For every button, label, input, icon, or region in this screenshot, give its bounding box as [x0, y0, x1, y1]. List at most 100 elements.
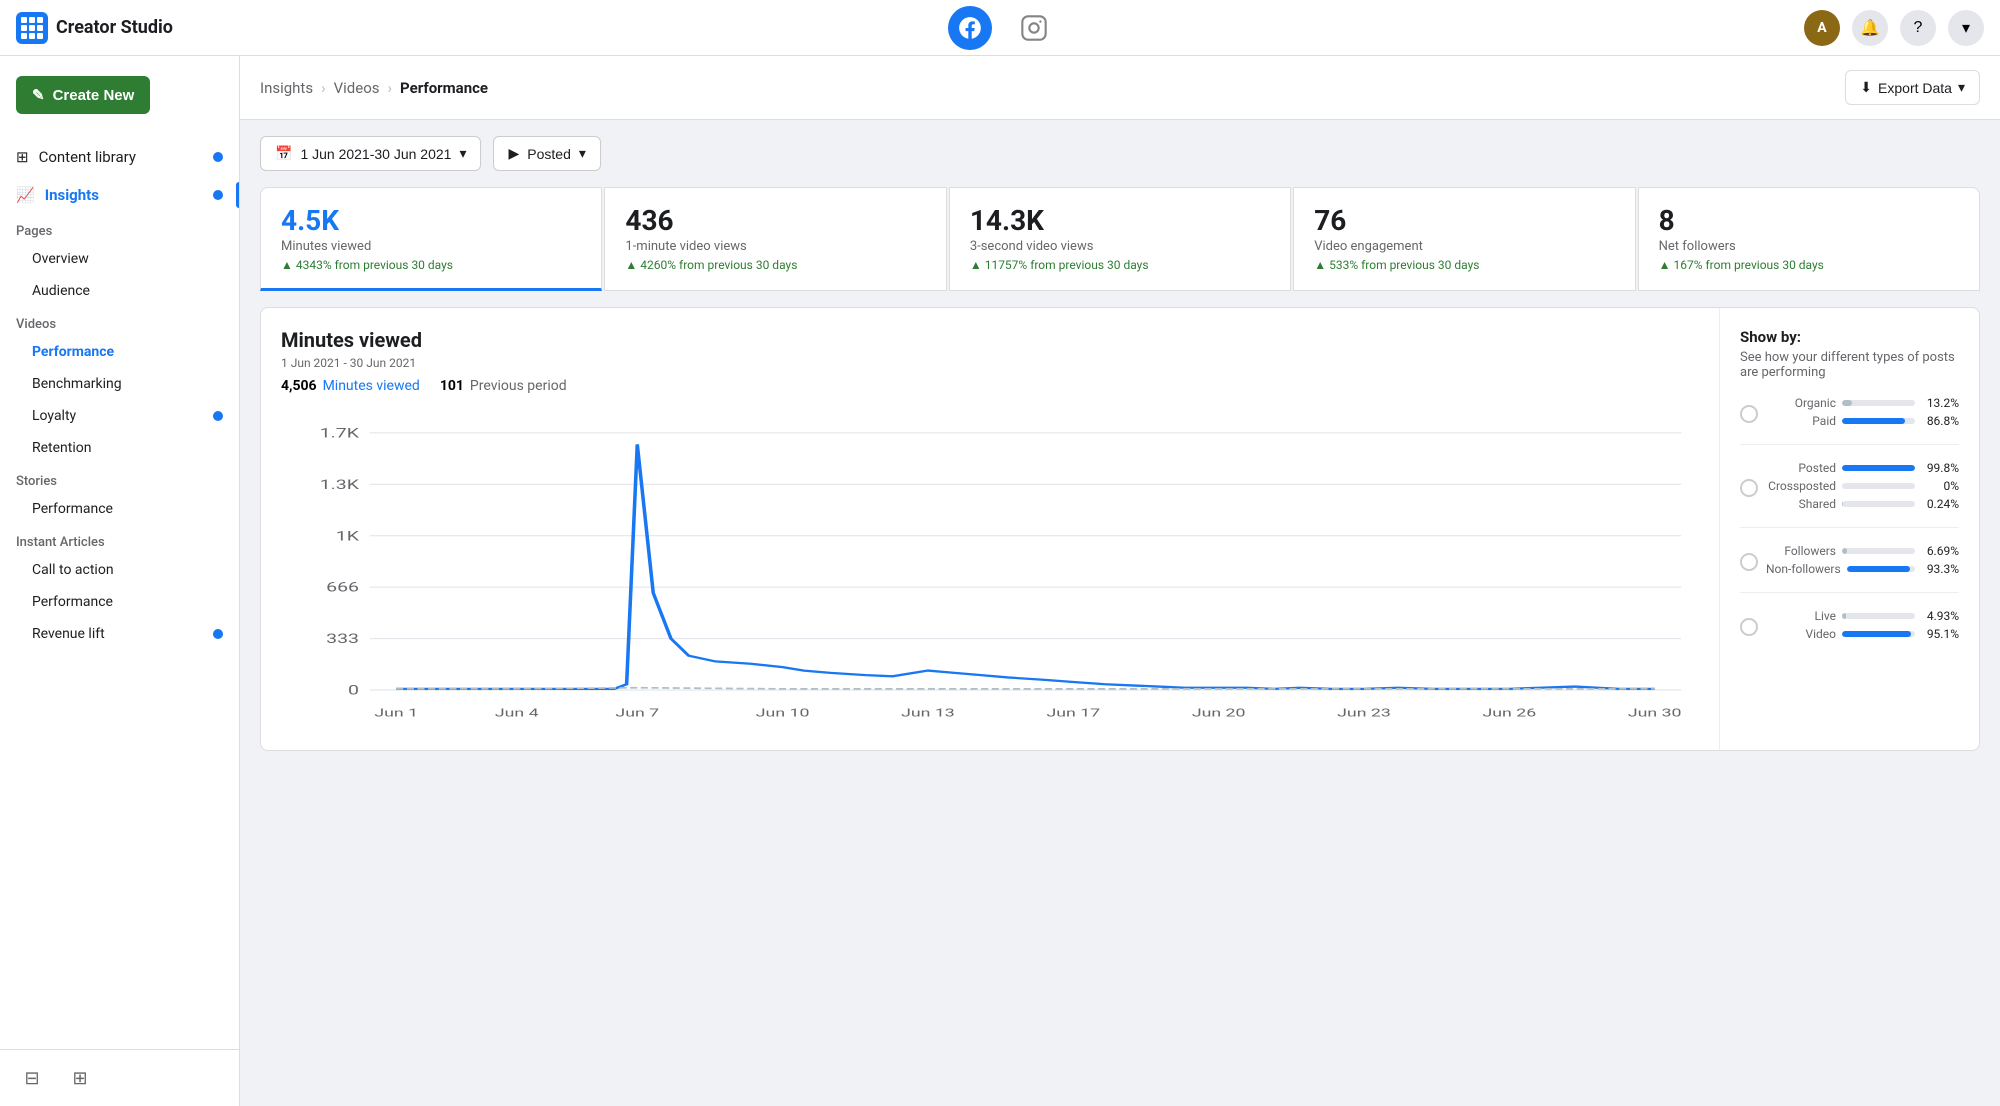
loyalty-dot [213, 411, 223, 421]
create-new-button[interactable]: ✎ Create New [16, 76, 150, 114]
metric-label: Net followers [1659, 239, 1959, 254]
bar-track [1847, 566, 1915, 572]
metric-card-3[interactable]: 76 Video engagement ▲ 533% from previous… [1293, 187, 1635, 291]
bar-track [1842, 400, 1915, 406]
show-by-group-3: Live 4.93% Video 95.1% [1740, 609, 1959, 645]
radio-button-1[interactable] [1740, 479, 1758, 497]
instagram-nav-button[interactable] [1016, 10, 1052, 46]
sidebar-item-label: Insights [45, 186, 99, 204]
notifications-button[interactable]: 🔔 [1852, 10, 1888, 46]
chart-date-range: 1 Jun 2021 - 30 Jun 2021 [281, 356, 1699, 370]
breadcrumb-insights[interactable]: Insights [260, 79, 313, 97]
show-by-row-2[interactable]: Followers 6.69% Non-followers 93.3% [1740, 544, 1959, 580]
sidebar-nav: ⊞ Content library 📈 Insights Pages Overv… [0, 134, 239, 1049]
export-chevron-icon: ▾ [1958, 79, 1965, 96]
bar-pct: 86.8% [1921, 414, 1959, 428]
svg-text:333: 333 [326, 632, 359, 647]
show-by-group-1: Posted 99.8% Crossposted 0% Shared 0.24% [1740, 461, 1959, 528]
radio-button-0[interactable] [1740, 405, 1758, 423]
insights-dot [213, 190, 223, 200]
chart-legend-current: 4,506 Minutes viewed [281, 378, 420, 394]
user-avatar[interactable]: A [1804, 10, 1840, 46]
chart-svg: 1.7K 1.3K 1K 666 333 0 Jun 1 Jun 4 Jun 7… [281, 410, 1699, 730]
chart-legend: 4,506 Minutes viewed 101 Previous period [281, 378, 1699, 394]
radio-button-3[interactable] [1740, 618, 1758, 636]
section-label-videos: Videos [0, 307, 239, 336]
breadcrumb-sep-1: › [321, 79, 326, 97]
help-button[interactable]: ? [1900, 10, 1936, 46]
export-data-button[interactable]: ⬇ Export Data ▾ [1845, 70, 1980, 105]
bar-row-1-2: Shared 0.24% [1766, 497, 1959, 511]
svg-text:Jun 7: Jun 7 [615, 706, 659, 720]
sidebar-collapse-button[interactable]: ⊟ [16, 1062, 48, 1094]
topnav-left: Creator Studio [16, 12, 256, 44]
chart-legend-prev: 101 Previous period [440, 378, 567, 394]
bar-fill [1842, 548, 1847, 554]
svg-text:Jun 26: Jun 26 [1483, 706, 1537, 720]
chart-current-label: Minutes viewed [323, 378, 420, 394]
sidebar-item-retention[interactable]: Retention [0, 432, 239, 464]
main-layout: ✎ Create New ⊞ Content library 📈 Insight… [0, 56, 2000, 1106]
bar-pct: 99.8% [1921, 461, 1959, 475]
bar-label: Paid [1766, 414, 1836, 428]
sidebar-item-revenue-lift[interactable]: Revenue lift [0, 618, 239, 650]
sidebar-item-overview[interactable]: Overview [0, 243, 239, 275]
bar-track [1842, 465, 1915, 471]
sidebar-grid-button[interactable]: ⊞ [64, 1062, 96, 1094]
bar-label: Followers [1766, 544, 1836, 558]
metric-label: Minutes viewed [281, 239, 581, 254]
trend-up-icon: ▲ [1314, 258, 1326, 272]
sidebar-item-content-library[interactable]: ⊞ Content library [0, 138, 239, 176]
sidebar-item-ia-performance[interactable]: Performance [0, 586, 239, 618]
metric-value: 8 [1659, 204, 1959, 237]
sidebar-item-performance[interactable]: Performance [0, 336, 239, 368]
metric-card-4[interactable]: 8 Net followers ▲ 167% from previous 30 … [1638, 187, 1980, 291]
chart-section: Minutes viewed 1 Jun 2021 - 30 Jun 2021 … [260, 307, 1980, 751]
more-button[interactable]: ▾ [1948, 10, 1984, 46]
video-icon: ▶ [508, 145, 519, 162]
svg-text:Jun 23: Jun 23 [1337, 706, 1391, 720]
content-library-dot [213, 152, 223, 162]
bar-label: Organic [1766, 396, 1836, 410]
content-area: Insights › Videos › Performance ⬇ Export… [240, 56, 2000, 1106]
date-range-filter[interactable]: 📅 1 Jun 2021-30 Jun 2021 ▾ [260, 136, 481, 171]
section-label-instant-articles: Instant Articles [0, 525, 239, 554]
show-by-row-3[interactable]: Live 4.93% Video 95.1% [1740, 609, 1959, 645]
bar-track [1842, 483, 1915, 489]
create-icon: ✎ [32, 86, 45, 104]
show-by-row-0[interactable]: Organic 13.2% Paid 86.8% [1740, 396, 1959, 432]
section-label-stories: Stories [0, 464, 239, 493]
metric-card-1[interactable]: 436 1-minute video views ▲ 4260% from pr… [604, 187, 946, 291]
metric-card-2[interactable]: 14.3K 3-second video views ▲ 11757% from… [949, 187, 1291, 291]
metric-label: Video engagement [1314, 239, 1614, 254]
sidebar-item-loyalty[interactable]: Loyalty [0, 400, 239, 432]
bar-pct: 95.1% [1921, 627, 1959, 641]
sidebar-item-call-to-action[interactable]: Call to action [0, 554, 239, 586]
breadcrumb-bar: Insights › Videos › Performance ⬇ Export… [240, 56, 2000, 120]
show-by-row-1[interactable]: Posted 99.8% Crossposted 0% Shared 0.24% [1740, 461, 1959, 515]
metrics-row: 4.5K Minutes viewed ▲ 4343% from previou… [240, 187, 2000, 291]
bar-fill [1842, 418, 1905, 424]
sidebar-item-benchmarking[interactable]: Benchmarking [0, 368, 239, 400]
divider-0 [1740, 444, 1959, 445]
facebook-nav-button[interactable] [948, 6, 992, 50]
bar-fill [1842, 400, 1852, 406]
svg-text:1.7K: 1.7K [320, 427, 360, 442]
breadcrumb-videos[interactable]: Videos [334, 79, 380, 97]
bar-row-3-1: Video 95.1% [1766, 627, 1959, 641]
bar-pct: 6.69% [1921, 544, 1959, 558]
bar-pct: 93.3% [1921, 562, 1959, 576]
sidebar-item-label: Content library [39, 148, 136, 166]
bar-track [1842, 418, 1915, 424]
sidebar-item-audience[interactable]: Audience [0, 275, 239, 307]
posted-filter[interactable]: ▶ Posted ▾ [493, 136, 600, 171]
divider-2 [1740, 592, 1959, 593]
divider-1 [1740, 527, 1959, 528]
bar-pct: 4.93% [1921, 609, 1959, 623]
radio-button-2[interactable] [1740, 553, 1758, 571]
sidebar-item-stories-performance[interactable]: Performance [0, 493, 239, 525]
metric-card-0[interactable]: 4.5K Minutes viewed ▲ 4343% from previou… [260, 187, 602, 291]
sidebar-item-insights[interactable]: 📈 Insights [0, 176, 239, 214]
svg-text:Jun 13: Jun 13 [901, 706, 955, 720]
breadcrumb-sep-2: › [388, 79, 393, 97]
